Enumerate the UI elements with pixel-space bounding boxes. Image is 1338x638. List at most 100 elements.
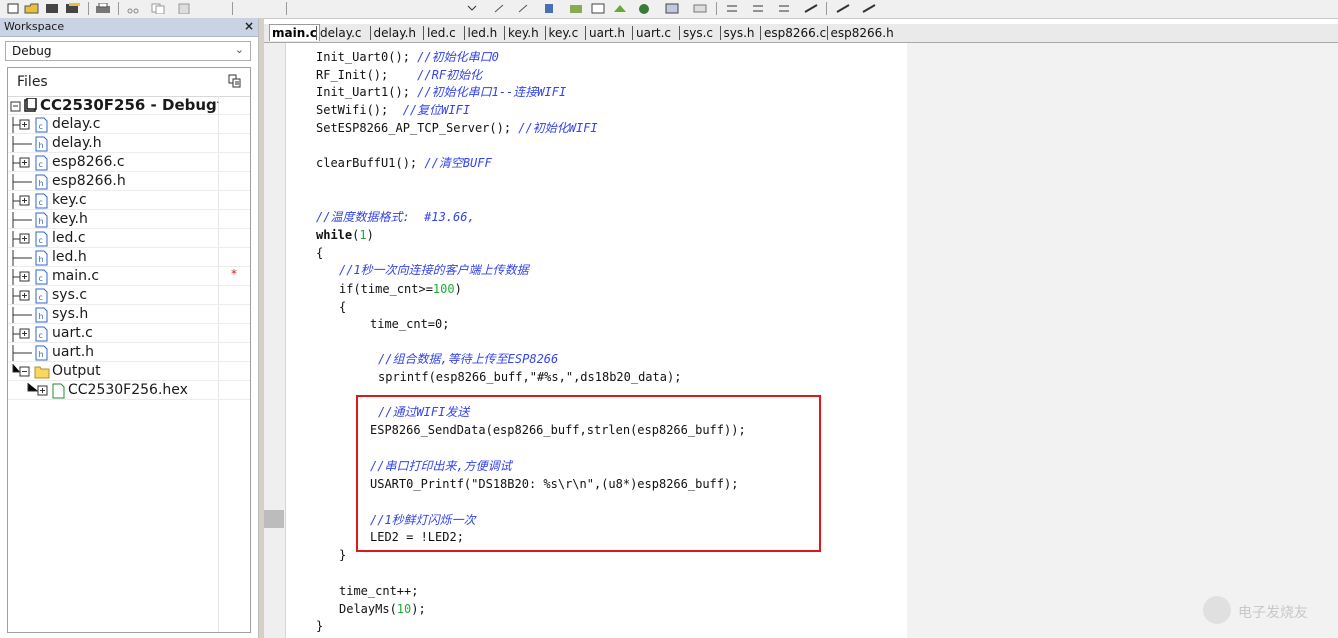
file-label: key.h — [52, 211, 88, 227]
tab-separator — [760, 26, 761, 40]
code-line: sprintf(esp8266_buff,"#%s,",ds18b20_data… — [378, 370, 682, 384]
code-line: DelayMs(10); — [339, 602, 426, 616]
tab-main-c[interactable]: main.c — [269, 24, 320, 41]
tree-item-delay-h[interactable]: h delay.h — [8, 134, 250, 153]
code-line: //1秒一次向连接的客户端上传数据 — [339, 263, 529, 277]
paste-icon[interactable] — [176, 1, 192, 15]
file-label: uart.c — [52, 325, 93, 341]
svg-text:h: h — [39, 217, 44, 226]
tab-sys-h[interactable]: sys.h — [724, 25, 755, 41]
tree-item-esp8266-h[interactable]: h esp8266.h — [8, 172, 250, 191]
svg-text:h: h — [39, 350, 44, 359]
stop-build-icon[interactable] — [612, 1, 628, 15]
tree-item-sys-c[interactable]: c sys.c — [8, 286, 250, 305]
download-debug-icon[interactable] — [636, 1, 652, 15]
tab-led-c[interactable]: led.c — [427, 25, 456, 41]
go-icon[interactable] — [834, 1, 852, 15]
tree-item-uart-c[interactable]: c uart.c — [8, 324, 250, 343]
dropdown-marker: · — [216, 96, 220, 109]
expand-icon — [8, 383, 54, 403]
configuration-value: Debug — [12, 44, 52, 58]
tree-item-led-c[interactable]: c led.c — [8, 229, 250, 248]
tab-led-h[interactable]: led.h — [468, 25, 498, 41]
tab-delay-c[interactable]: delay.c — [320, 25, 362, 41]
editor-gutter[interactable] — [264, 43, 286, 638]
tab-separator — [369, 26, 371, 40]
code-line: if(time_cnt>=100) — [339, 282, 462, 296]
close-icon[interactable]: × — [244, 19, 254, 33]
tree-item-uart-h[interactable]: h uart.h — [8, 343, 250, 362]
watermark-logo-icon — [1203, 596, 1231, 624]
workspace-title: Workspace — [4, 20, 65, 33]
tree-item-main-c[interactable]: c main.c * — [8, 267, 250, 286]
tree-item-delay-c[interactable]: c delay.c — [8, 115, 250, 134]
file-label: key.c — [52, 192, 87, 208]
debug-icon[interactable] — [664, 1, 680, 15]
find-icon[interactable] — [492, 1, 506, 15]
tab-sys-c[interactable]: sys.c — [683, 25, 713, 41]
tree-output-folder[interactable]: Output — [8, 362, 250, 381]
tab-key-h[interactable]: key.h — [508, 25, 539, 41]
code-line: Init_Uart1(); //初始化串口1--连接WIFI — [316, 85, 567, 99]
file-label: uart.h — [52, 344, 95, 360]
cut-icon[interactable] — [126, 1, 140, 15]
step-over-icon[interactable] — [724, 1, 740, 15]
tree-item-esp8266-c[interactable]: c esp8266.c — [8, 153, 250, 172]
bookmark-icon[interactable] — [542, 1, 556, 15]
step-out-icon[interactable] — [776, 1, 792, 15]
file-label: main.c — [52, 268, 100, 284]
step-into-icon[interactable] — [750, 1, 766, 15]
svg-text:c: c — [39, 293, 43, 302]
tab-esp8266-h[interactable]: esp8266.h — [831, 25, 894, 41]
file-label: esp8266.c — [52, 154, 125, 170]
svg-text:c: c — [39, 122, 43, 131]
file-label: led.c — [52, 230, 86, 246]
svg-text:h: h — [39, 141, 44, 150]
save-icon[interactable] — [44, 1, 60, 15]
code-line: SetWifi(); //复位WIFI — [316, 103, 471, 117]
find-next-icon[interactable] — [516, 1, 530, 15]
code-line: while(1) — [316, 228, 374, 242]
tab-uart-h[interactable]: uart.h — [589, 25, 625, 41]
tab-key-c[interactable]: key.c — [549, 25, 579, 41]
workspace-panel: Workspace × Debug ⌄ Files CC2530F256 - D… — [0, 18, 259, 638]
tab-separator — [632, 26, 633, 40]
copy-icon[interactable] — [150, 1, 166, 15]
compile-icon[interactable] — [568, 1, 584, 15]
tab-uart-c[interactable]: uart.c — [636, 25, 671, 41]
tab-separator — [544, 26, 546, 40]
tree-project[interactable]: CC2530F256 - Debug · — [8, 96, 250, 115]
open-folder-icon[interactable] — [24, 1, 40, 15]
tab-esp8266-c[interactable]: esp8266.c — [764, 25, 826, 41]
print-icon[interactable] — [94, 1, 112, 15]
configuration-select[interactable]: Debug ⌄ — [5, 41, 251, 61]
tab-delay-h[interactable]: delay.h — [374, 25, 417, 41]
workspace-title-bar: Workspace × — [0, 18, 258, 37]
save-all-icon[interactable] — [64, 1, 82, 15]
file-options-icon[interactable] — [228, 73, 242, 88]
dropdown-arrow-icon[interactable] — [466, 1, 478, 15]
run-to-cursor-icon[interactable] — [802, 1, 820, 15]
output-folder-label: Output — [52, 363, 101, 379]
tree-output-file[interactable]: CC2530F256.hex — [8, 381, 250, 400]
chevron-down-icon[interactable]: ⌄ — [235, 43, 244, 56]
break-icon[interactable] — [860, 1, 878, 15]
tree-item-key-h[interactable]: h key.h — [8, 210, 250, 229]
make-icon[interactable] — [590, 1, 606, 15]
file-label: led.h — [52, 249, 87, 265]
svg-text:c: c — [39, 198, 43, 207]
tree-item-sys-h[interactable]: h sys.h — [8, 305, 250, 324]
highlight-annotation-box — [356, 395, 821, 552]
svg-text:h: h — [39, 179, 44, 188]
code-line: SetESP8266_AP_TCP_Server(); //初始化WIFI — [316, 121, 598, 135]
svg-text:c: c — [39, 236, 43, 245]
code-line: clearBuffU1(); //清空BUFF — [316, 156, 492, 170]
tree-item-key-c[interactable]: c key.c — [8, 191, 250, 210]
new-file-icon[interactable] — [6, 1, 20, 15]
tree-item-led-h[interactable]: h led.h — [8, 248, 250, 267]
code-line: { — [339, 300, 347, 314]
options-icon[interactable] — [692, 1, 708, 15]
files-header-label: Files — [17, 74, 48, 90]
editor-background — [907, 43, 1338, 638]
tab-separator — [679, 26, 680, 40]
